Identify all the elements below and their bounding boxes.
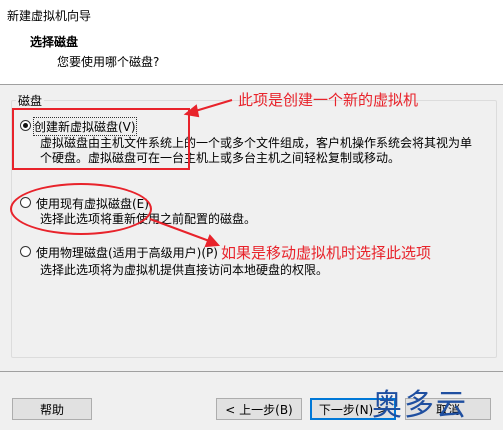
arrow-line-1 [191, 99, 233, 113]
arrow-head-1-icon [183, 104, 200, 118]
arrow-line-2 [149, 218, 213, 243]
help-button[interactable]: 帮助 [12, 398, 92, 420]
arrow-head-2-icon [204, 234, 221, 248]
footer-divider [0, 371, 503, 372]
watermark-logo: 奥多云 [372, 388, 468, 423]
back-button[interactable]: < 上一步(B) [216, 398, 302, 420]
annotation-arrows [149, 99, 233, 248]
